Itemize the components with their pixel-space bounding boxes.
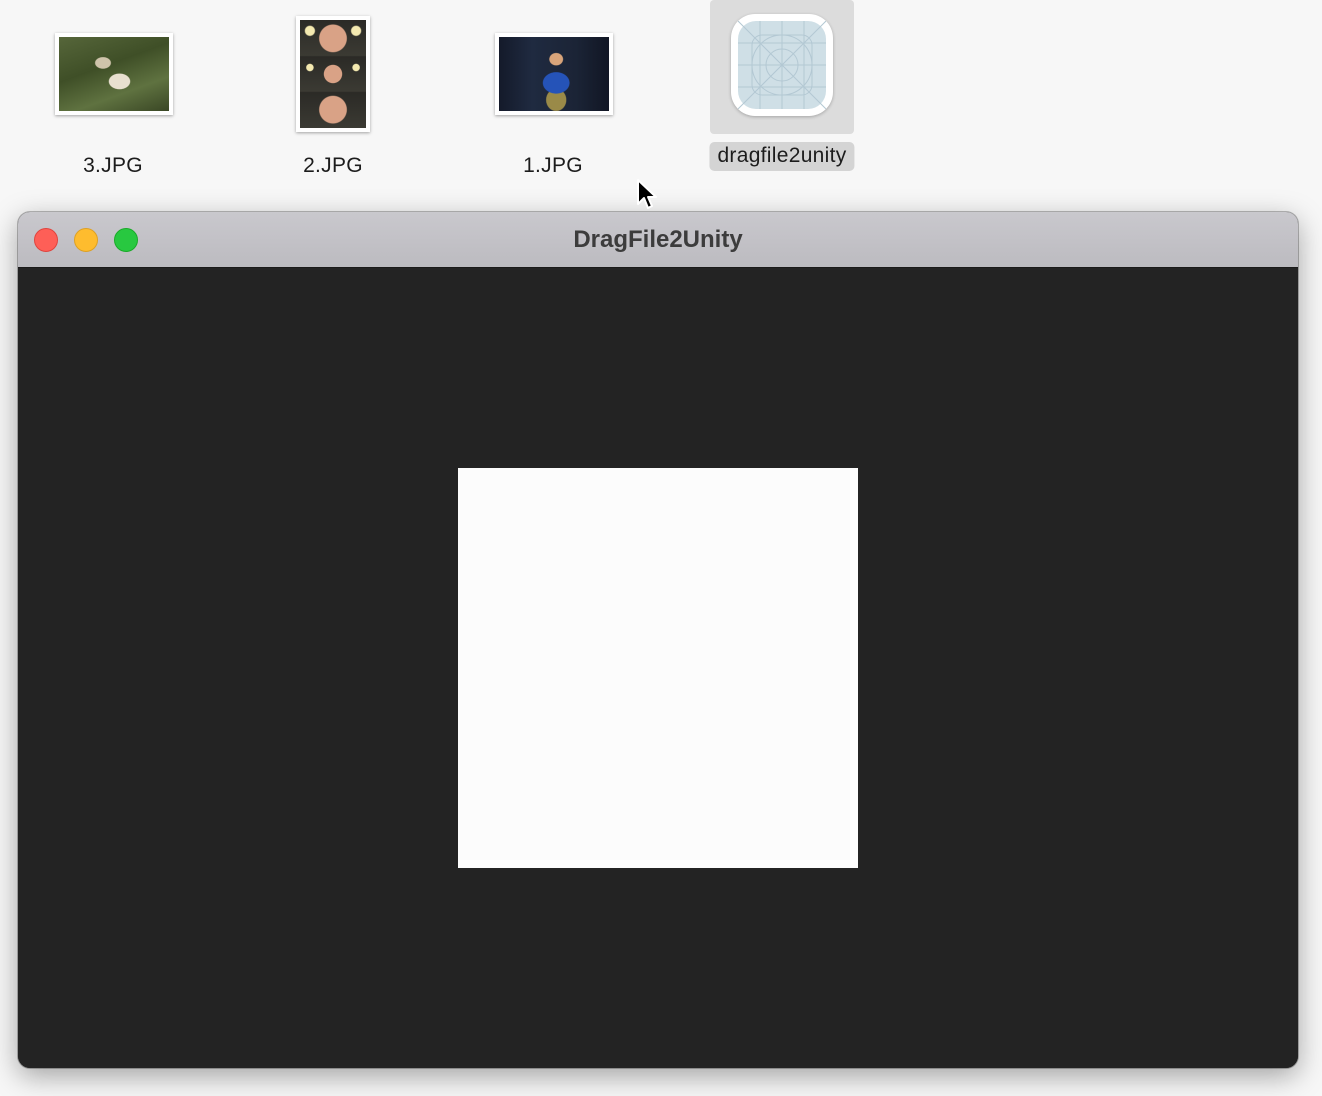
file-name-label: 2.JPG (303, 154, 363, 177)
photo-thumbnail (55, 33, 173, 115)
file-name-label: dragfile2unity (709, 142, 855, 171)
photo-image (59, 37, 169, 111)
drop-target-area[interactable] (458, 468, 858, 868)
desktop-app-dragfile2unity[interactable]: dragfile2unity (696, 0, 868, 200)
photo-thumbnail (296, 16, 370, 132)
window-titlebar[interactable]: DragFile2Unity (18, 212, 1298, 268)
photo-image (300, 20, 366, 128)
arrow-cursor-icon (637, 179, 657, 209)
file-name-label: 1.JPG (523, 154, 583, 177)
file-name-label: 3.JPG (83, 154, 143, 177)
desktop: 3.JPG 2.JPG 1.JPG dragfile2unity DragFil… (0, 0, 1322, 1096)
window-title: DragFile2Unity (573, 226, 743, 253)
app-placeholder-grid-icon (731, 14, 833, 116)
photo-thumbnail (495, 33, 613, 115)
desktop-file-1-jpg[interactable]: 1.JPG (478, 0, 628, 200)
photo-image (499, 37, 609, 111)
window-content (18, 268, 1298, 1068)
desktop-file-2-jpg[interactable]: 2.JPG (258, 0, 408, 200)
desktop-file-3-jpg[interactable]: 3.JPG (38, 0, 188, 200)
app-window: DragFile2Unity (18, 212, 1298, 1068)
